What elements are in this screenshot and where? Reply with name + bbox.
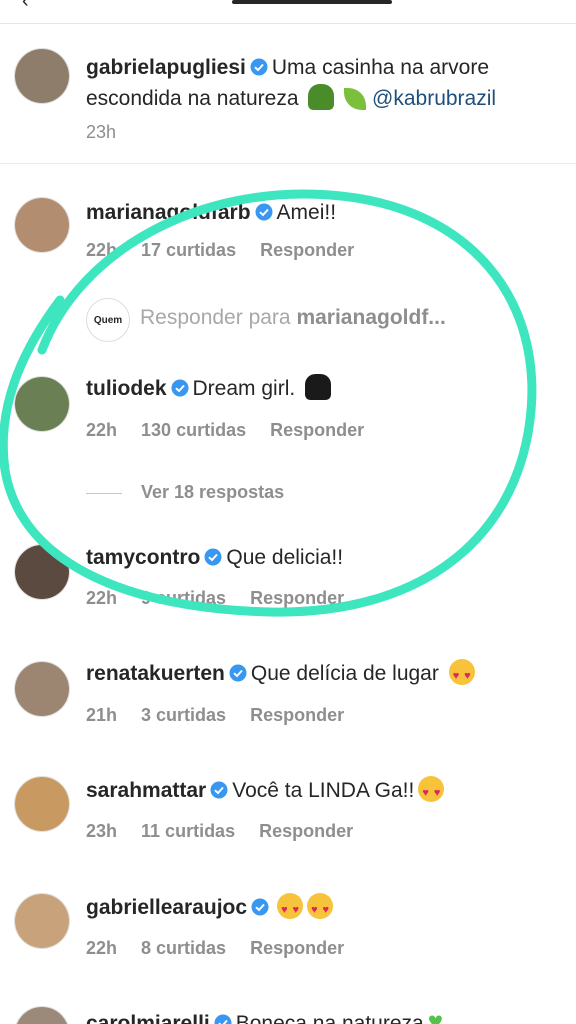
- green-heart-icon: ♥: [427, 1006, 444, 1024]
- likes-count[interactable]: 17 curtidas: [141, 240, 236, 260]
- verified-icon: [250, 58, 268, 76]
- replies-divider: [86, 493, 122, 494]
- comment-text: renatakuerten Que delícia de lugar: [86, 658, 566, 692]
- comment-username[interactable]: marianagoldfarb: [86, 201, 251, 224]
- comment-text: carolmiarelli Boneca na natureza ♥: [86, 1006, 566, 1024]
- comment-body: Você ta LINDA Ga!!: [232, 779, 415, 802]
- reply-button[interactable]: Responder: [260, 240, 354, 260]
- comment-time: 21h: [86, 705, 118, 725]
- likes-count[interactable]: 8 curtidas: [141, 938, 226, 958]
- view-replies-label[interactable]: Ver 18 respostas: [141, 482, 284, 503]
- verified-icon: [210, 781, 228, 799]
- comment-username[interactable]: tuliodek: [86, 377, 167, 400]
- comment-meta: 22h 9 curtidas Responder: [86, 588, 368, 609]
- avatar[interactable]: [14, 776, 70, 832]
- caption-line-2: escondida na natureza: [86, 87, 299, 110]
- comment-meta: 22h 17 curtidas Responder: [86, 240, 378, 261]
- comment-username[interactable]: carolmiarelli: [86, 1012, 210, 1024]
- chevron-left-icon[interactable]: ‹: [22, 0, 29, 13]
- comment-text: marianagoldfarb Amei!!: [86, 197, 566, 228]
- comment-username[interactable]: gabriellearaujoc: [86, 896, 247, 919]
- comment-body: Que delícia de lugar: [250, 662, 439, 685]
- avatar[interactable]: [14, 544, 70, 600]
- avatar[interactable]: [14, 893, 70, 949]
- comment-time: 22h: [86, 420, 118, 440]
- comment-text: tamycontro Que delicia!!: [86, 542, 566, 573]
- verified-icon: [251, 898, 269, 916]
- heart-eyes-emoji-icon: [277, 893, 304, 926]
- verified-icon: [214, 1014, 232, 1024]
- likes-count[interactable]: 3 curtidas: [141, 705, 226, 725]
- caption-username[interactable]: gabrielapugliesi: [86, 56, 246, 79]
- comment-meta: 23h 11 curtidas Responder: [86, 821, 377, 842]
- heart-eyes-emoji-icon: [418, 776, 445, 809]
- comment-meta: 22h 130 curtidas Responder: [86, 420, 388, 441]
- comment-body: Dream girl.: [192, 377, 296, 400]
- reply-button[interactable]: Responder: [250, 588, 344, 608]
- comment-username[interactable]: renatakuerten: [86, 662, 225, 685]
- reply-placeholder[interactable]: Responder para marianagoldf...: [140, 306, 446, 330]
- top-bar: ‹: [0, 0, 576, 24]
- heart-eyes-emoji-icon: [307, 893, 334, 926]
- comment-body: Que delicia!!: [226, 546, 344, 569]
- comment-username[interactable]: sarahmattar: [86, 779, 206, 802]
- caption-line-1: Uma casinha na arvore: [271, 56, 489, 79]
- tree-emoji-icon: [308, 84, 335, 110]
- quem-badge: Quem: [86, 298, 130, 342]
- comment-body: Amei!!: [276, 201, 337, 224]
- caption-time: 23h: [86, 122, 117, 142]
- likes-count[interactable]: 9 curtidas: [141, 588, 226, 608]
- heart-eyes-emoji-icon: [448, 659, 475, 692]
- comment-meta: 22h 8 curtidas Responder: [86, 938, 368, 959]
- mention-link[interactable]: @kabrubrazil: [372, 87, 496, 110]
- reply-button[interactable]: Responder: [259, 821, 353, 841]
- likes-count[interactable]: 11 curtidas: [141, 821, 235, 841]
- avatar[interactable]: [14, 197, 70, 253]
- avatar[interactable]: [14, 376, 70, 432]
- comment-time: 22h: [86, 938, 118, 958]
- comment-text: sarahmattar Você ta LINDA Ga!!: [86, 775, 566, 809]
- header-title-stub: [232, 0, 392, 4]
- comment-time: 22h: [86, 240, 118, 260]
- verified-icon: [204, 548, 222, 566]
- ninja-emoji-icon: [305, 374, 332, 400]
- reply-button[interactable]: Responder: [250, 938, 344, 958]
- reply-button[interactable]: Responder: [250, 705, 344, 725]
- comment-username[interactable]: tamycontro: [86, 546, 200, 569]
- comment-time: 22h: [86, 588, 118, 608]
- comment-time: 23h: [86, 821, 118, 841]
- likes-count[interactable]: 130 curtidas: [141, 420, 246, 440]
- comment-text: gabriellearaujoc: [86, 892, 566, 926]
- reply-button[interactable]: Responder: [270, 420, 364, 440]
- post-caption: gabrielapugliesi Uma casinha na arvore es…: [0, 24, 576, 164]
- verified-icon: [171, 379, 189, 397]
- verified-icon: [229, 664, 247, 682]
- reply-input[interactable]: Quem Responder para marianagoldf...: [86, 296, 566, 346]
- caption-text: gabrielapugliesi Uma casinha na arvore es…: [86, 52, 566, 114]
- leaf-emoji-icon: [344, 88, 367, 110]
- avatar[interactable]: [14, 661, 70, 717]
- verified-icon: [255, 203, 273, 221]
- comment-body: Boneca na natureza: [235, 1012, 424, 1024]
- comment-meta: 21h 3 curtidas Responder: [86, 705, 368, 726]
- comment-text: tuliodek Dream girl.: [86, 373, 566, 404]
- avatar[interactable]: [14, 1006, 70, 1024]
- avatar[interactable]: [14, 48, 70, 104]
